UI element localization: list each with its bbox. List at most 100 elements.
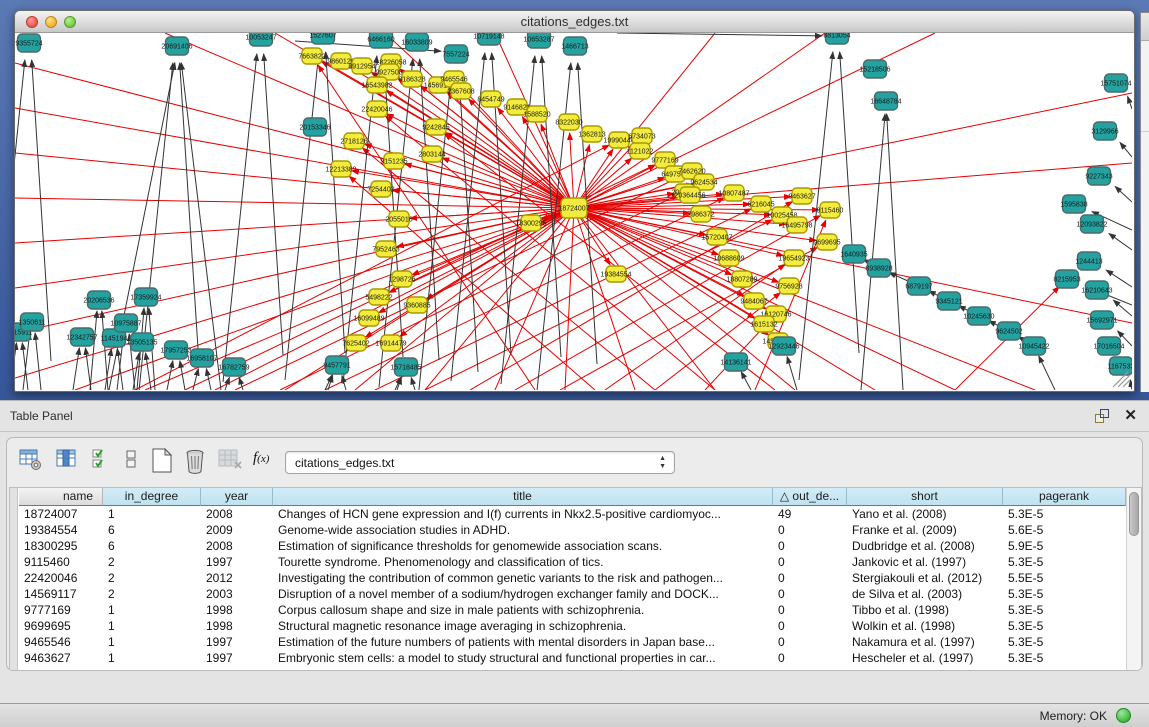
graph-node-t[interactable]: 1244413 bbox=[1075, 252, 1102, 270]
graph-node-y[interactable]: 19654923 bbox=[778, 250, 809, 266]
graph-node-t[interactable]: 16033809 bbox=[401, 33, 432, 51]
graph-node-t[interactable]: 10653287 bbox=[523, 33, 554, 48]
memory-ok-indicator[interactable] bbox=[1116, 708, 1131, 723]
table-vertical-scrollbar[interactable] bbox=[1126, 488, 1141, 671]
table-row[interactable]: 911546021997Tourette syndrome. Phenomeno… bbox=[19, 554, 1126, 570]
table-row[interactable]: 946554611997Estimation of the future num… bbox=[19, 634, 1126, 650]
graph-node-t[interactable]: 1350611 bbox=[19, 313, 46, 331]
graph-node-t[interactable]: 9624502 bbox=[995, 322, 1022, 340]
graph-node-t[interactable]: 1640935 bbox=[840, 245, 867, 263]
column-checklist-icon[interactable] bbox=[92, 448, 114, 472]
graph-node-t[interactable]: 10245630 bbox=[963, 307, 994, 325]
graph-node-y[interactable]: 9115460 bbox=[817, 202, 844, 218]
graph-node-y[interactable]: 2055016 bbox=[385, 211, 412, 227]
graph-node-t[interactable]: 15718485 bbox=[390, 358, 421, 376]
column-header-name[interactable]: name bbox=[19, 488, 103, 506]
column-display-icon[interactable] bbox=[56, 448, 80, 472]
graph-node-y[interactable]: 2367608 bbox=[447, 83, 474, 99]
graph-node-t[interactable]: 6466160 bbox=[367, 33, 394, 48]
graph-node-y[interactable]: 5498222 bbox=[365, 289, 392, 305]
citation-graph[interactable]: 7663822986012689129541822605899275081654… bbox=[15, 33, 1132, 390]
graph-node-t[interactable]: 1595838 bbox=[1060, 195, 1087, 213]
table-row[interactable]: 1938455462009Genome-wide association stu… bbox=[19, 522, 1126, 538]
delete-column-trash-icon[interactable] bbox=[184, 448, 208, 474]
graph-node-t[interactable]: 16958107 bbox=[186, 349, 217, 367]
table-row[interactable]: 2242004622012Investigating the contribut… bbox=[19, 570, 1126, 586]
column-header-year[interactable]: year bbox=[201, 488, 273, 506]
graph-node-t[interactable]: 20691406 bbox=[161, 37, 192, 55]
graph-node-y[interactable]: 1362813 bbox=[578, 126, 605, 142]
graph-node-y[interactable]: 6216045 bbox=[747, 196, 774, 212]
graph-node-y[interactable]: 9463627 bbox=[788, 188, 815, 204]
graph-node-y[interactable]: 12213389 bbox=[325, 161, 356, 177]
graph-node-y[interactable]: 7625402 bbox=[342, 335, 369, 351]
graph-node-y[interactable]: 9242845 bbox=[422, 119, 449, 135]
table-row[interactable]: 1830029562008Estimation of significance … bbox=[19, 538, 1126, 554]
graph-node-t[interactable]: 20153346 bbox=[299, 118, 330, 136]
table-row[interactable]: 977716911998Corpus callosum shape and si… bbox=[19, 602, 1126, 618]
graph-node-y[interactable]: 8186328 bbox=[398, 71, 425, 87]
graph-node-t[interactable]: 9355724 bbox=[15, 34, 42, 52]
float-panel-icon[interactable] bbox=[1095, 409, 1109, 423]
background-window-sliver[interactable] bbox=[1140, 12, 1149, 392]
graph-node-t[interactable]: 7557224 bbox=[442, 45, 469, 63]
graph-node-t[interactable]: 1527607 bbox=[309, 33, 336, 44]
column-header-pagerank[interactable]: pagerank bbox=[1003, 488, 1126, 506]
graph-node-t[interactable]: 15692971 bbox=[1086, 311, 1117, 329]
graph-node-y[interactable]: 7986372 bbox=[687, 206, 714, 222]
graph-node-y[interactable]: 9151235 bbox=[380, 153, 407, 169]
graph-node-t[interactable]: 17016504 bbox=[1093, 337, 1124, 355]
scrollbar-thumb[interactable] bbox=[1129, 492, 1139, 536]
graph-node-t[interactable]: 10053247 bbox=[245, 33, 276, 46]
graph-node-t[interactable]: 8938928 bbox=[865, 259, 892, 277]
graph-node-t[interactable]: 3129966 bbox=[1091, 122, 1118, 140]
graph-node-t[interactable]: 12093822 bbox=[1076, 215, 1107, 233]
graph-node-y[interactable]: 9756928 bbox=[775, 278, 802, 294]
table-selector-dropdown[interactable]: citations_edges.txt ▲▼ bbox=[285, 451, 675, 474]
column-header-out_degree[interactable]: △ out_de... bbox=[773, 488, 847, 506]
graph-node-y[interactable]: 8454749 bbox=[477, 91, 504, 107]
graph-node-y[interactable]: 1121022 bbox=[627, 143, 654, 159]
new-column-icon[interactable] bbox=[150, 448, 174, 474]
table-settings-icon[interactable] bbox=[19, 448, 43, 472]
network-window-titlebar[interactable]: citations_edges.txt bbox=[15, 11, 1134, 33]
graph-node-y[interactable]: 1615132 bbox=[750, 316, 777, 332]
graph-node-t[interactable]: 9457791 bbox=[323, 356, 350, 374]
column-header-in_degree[interactable]: in_degree bbox=[103, 488, 201, 506]
graph-node-t[interactable]: 16782759 bbox=[218, 358, 249, 376]
window-minimize-button[interactable] bbox=[45, 16, 57, 28]
graph-node-y[interactable]: 1588520 bbox=[523, 106, 550, 122]
graph-node-y[interactable]: 9484067 bbox=[740, 293, 767, 309]
network-canvas[interactable]: 7663822986012689129541822605899275081654… bbox=[15, 33, 1132, 390]
graph-node-t[interactable]: 12923446 bbox=[768, 337, 799, 355]
graph-node-y[interactable]: 1298726 bbox=[388, 271, 415, 287]
rows-icon[interactable] bbox=[125, 448, 139, 472]
graph-node-y[interactable]: 8322030 bbox=[555, 114, 582, 130]
table-row[interactable]: 1456911722003Disruption of a novel membe… bbox=[19, 586, 1126, 602]
node-table[interactable]: namein_degreeyeartitle△ out_de...shortpa… bbox=[9, 487, 1142, 671]
graph-node-y[interactable]: 2718126 bbox=[340, 133, 367, 149]
table-row[interactable]: 1872400712008Changes of HCN gene express… bbox=[19, 506, 1126, 522]
graph-node-t[interactable]: 8215953 bbox=[1053, 270, 1080, 288]
window-close-button[interactable] bbox=[26, 16, 38, 28]
graph-node-t[interactable]: 9345121 bbox=[935, 292, 962, 310]
graph-node-t[interactable]: 9227343 bbox=[1085, 167, 1112, 185]
graph-node-y[interactable]: 18724007 bbox=[558, 198, 589, 218]
graph-node-y[interactable]: 6734073 bbox=[628, 128, 655, 144]
window-zoom-button[interactable] bbox=[64, 16, 76, 28]
table-row[interactable]: 946362711997Embryonic stem cells: a mode… bbox=[19, 650, 1126, 666]
graph-node-y[interactable]: 10688609 bbox=[713, 250, 744, 266]
graph-node-y[interactable]: 2803144 bbox=[418, 146, 445, 162]
graph-node-y[interactable]: 9360885 bbox=[403, 297, 430, 313]
graph-node-t[interactable]: 12342757 bbox=[66, 328, 97, 346]
graph-node-t[interactable]: 1167533 bbox=[1108, 357, 1132, 375]
graph-node-t[interactable]: 8813054 bbox=[823, 33, 850, 44]
function-builder-icon[interactable]: f(x) bbox=[253, 450, 269, 467]
graph-node-t[interactable]: 13505135 bbox=[126, 333, 157, 351]
graph-node-t[interactable]: 16210643 bbox=[1081, 281, 1112, 299]
graph-node-t[interactable]: 10719148 bbox=[473, 33, 504, 45]
graph-node-y[interactable]: 8912954 bbox=[348, 58, 375, 74]
graph-node-t[interactable]: 20206536 bbox=[83, 291, 114, 309]
graph-node-y[interactable]: 7952463 bbox=[372, 241, 399, 257]
graph-node-y[interactable]: 7254402 bbox=[367, 181, 394, 197]
